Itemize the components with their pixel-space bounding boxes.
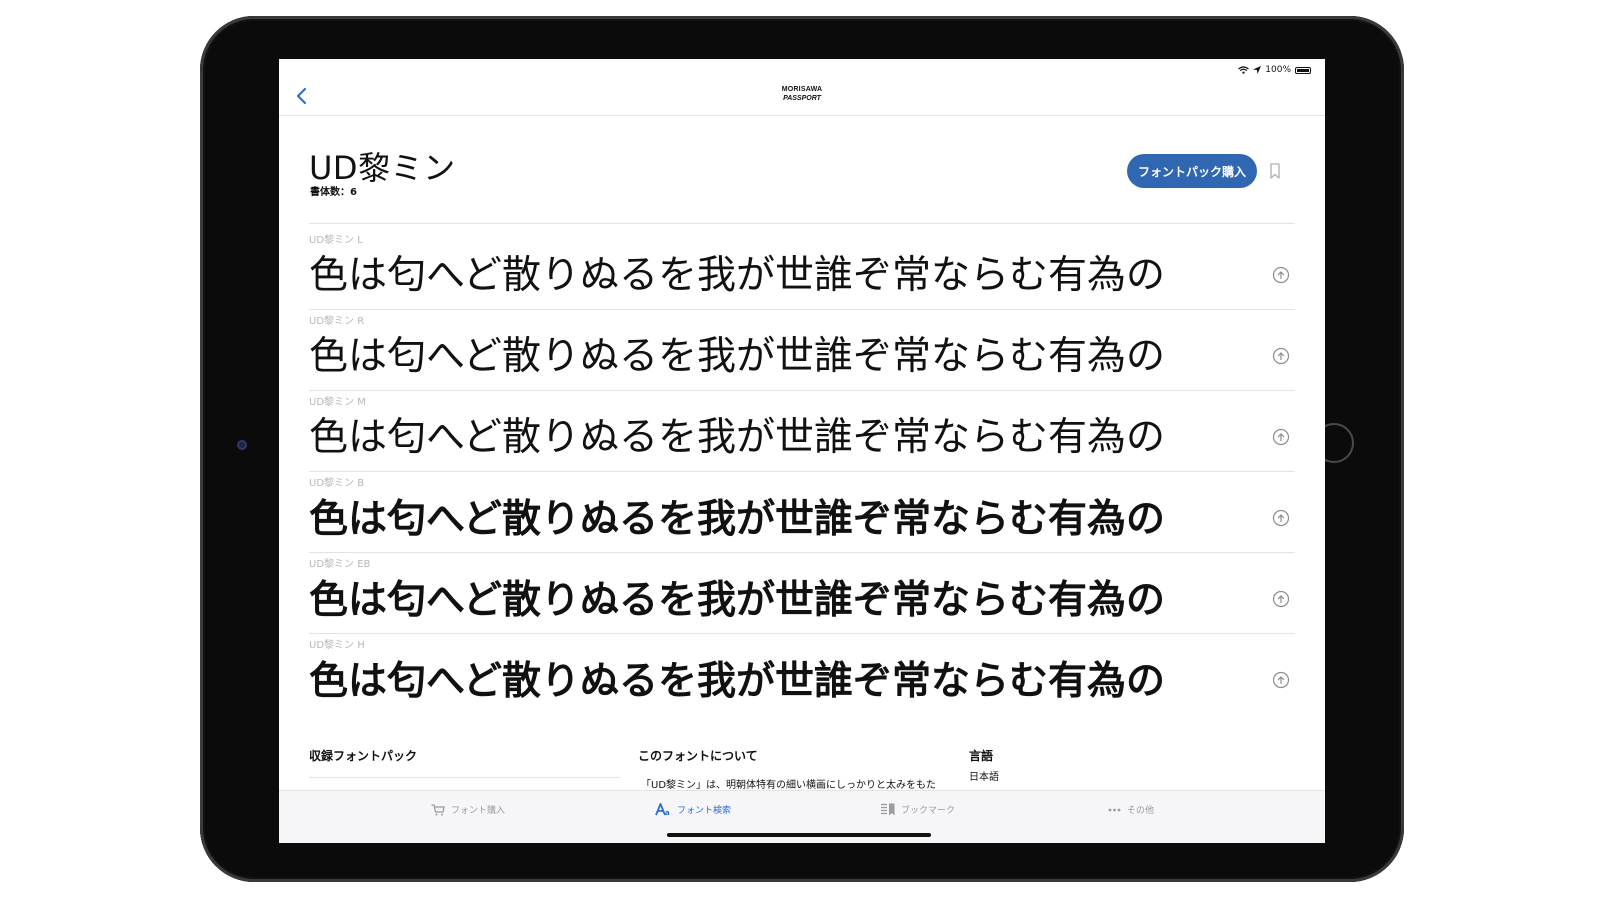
bookmark-list-icon [881,803,895,816]
cart-icon [431,803,445,815]
tab-font-purchase[interactable]: フォント購入 [431,803,505,816]
download-icon[interactable] [1272,590,1290,608]
app-logo: MORISAWA PASSPORT [782,85,823,103]
packs-heading: 収録フォントパック [309,749,418,763]
download-icon[interactable] [1272,509,1290,527]
sample-text: 色は匂へど散りぬるを我が世誰ぞ常ならむ有為の [309,658,1166,704]
typeface-count: 書体数：6 [310,187,357,198]
sample-text: 色は匂へど散りぬるを我が世誰ぞ常ならむ有為の [309,415,1166,460]
sample-text: 色は匂へど散りぬるを我が世誰ぞ常ならむ有為の [309,334,1166,379]
about-heading: このフォントについて [638,749,758,763]
wifi-icon [1238,66,1250,74]
language-value: 日本語 [969,772,999,783]
status-bar: 100% [1238,63,1311,77]
weight-label: UD黎ミン H [309,640,365,651]
weight-label: UD黎ミン M [309,397,366,408]
weight-label: UD黎ミン EB [309,559,371,570]
bookmark-icon[interactable] [1268,162,1282,180]
weight-list: UD黎ミン L 色は匂へど散りぬるを我が世誰ぞ常ならむ有為の UD黎ミン R 色… [309,229,1295,715]
location-arrow-icon [1253,66,1262,74]
tab-label: フォント購入 [451,806,506,816]
logo-line2: PASSPORT [783,95,821,102]
tab-font-search[interactable]: a フォント検索 [655,803,731,816]
tab-label: ブックマーク [901,806,956,816]
home-indicator [667,833,931,837]
tab-label: フォント検索 [677,806,732,816]
more-dots-icon [1108,808,1121,811]
weight-row[interactable]: UD黎ミン B 色は匂へど散りぬるを我が世誰ぞ常ならむ有為の [309,472,1295,553]
header-divider [309,223,1295,224]
download-icon[interactable] [1272,428,1290,446]
navigation-bar: MORISAWA PASSPORT [279,77,1325,116]
about-text: 「UD黎ミン」は、明朝体特有の細い横画にしっかりと太みをもた [641,780,937,791]
sample-text: 色は匂へど散りぬるを我が世誰ぞ常ならむ有為の [309,577,1166,623]
packs-divider [309,777,620,778]
download-icon[interactable] [1272,671,1290,689]
weight-label: UD黎ミン L [309,235,363,246]
weight-row[interactable]: UD黎ミン EB 色は匂へど散りぬるを我が世誰ぞ常ならむ有為の [309,553,1295,634]
back-button[interactable] [289,83,313,109]
weight-row[interactable]: UD黎ミン L 色は匂へど散りぬるを我が世誰ぞ常ならむ有為の [309,229,1295,310]
sample-text: 色は匂へど散りぬるを我が世誰ぞ常ならむ有為の [309,496,1166,542]
weight-label: UD黎ミン B [309,478,365,489]
language-heading: 言語 [969,749,994,763]
logo-line1: MORISAWA [781,86,823,93]
tab-bookmark[interactable]: ブックマーク [881,803,955,816]
weight-row[interactable]: UD黎ミン H 色は匂へど散りぬるを我が世誰ぞ常ならむ有為の [309,634,1295,715]
sample-text: 色は匂へど散りぬるを我が世誰ぞ常ならむ有為の [309,253,1166,298]
font-a-icon: a [655,803,670,816]
front-camera [237,440,247,450]
battery-percent: 100% [1265,65,1291,75]
weight-label: UD黎ミン R [309,316,365,327]
download-icon[interactable] [1272,266,1290,284]
app-screen: 100% MORISAWA PASSPORT UD黎ミン 書体数：6 フォントパ… [279,59,1325,843]
weight-row[interactable]: UD黎ミン R 色は匂へど散りぬるを我が世誰ぞ常ならむ有為の [309,310,1295,391]
battery-icon [1295,66,1311,74]
tab-label: その他 [1127,806,1155,816]
buy-fontpack-button[interactable]: フォントパック購入 [1127,154,1257,188]
download-icon[interactable] [1272,347,1290,365]
svg-text:a: a [665,809,670,816]
tab-other[interactable]: その他 [1108,803,1154,816]
weight-row[interactable]: UD黎ミン M 色は匂へど散りぬるを我が世誰ぞ常ならむ有為の [309,391,1295,472]
chevron-left-icon [296,87,307,105]
tab-bar: フォント購入 a フォント検索 ブックマーク その他 [279,790,1325,843]
